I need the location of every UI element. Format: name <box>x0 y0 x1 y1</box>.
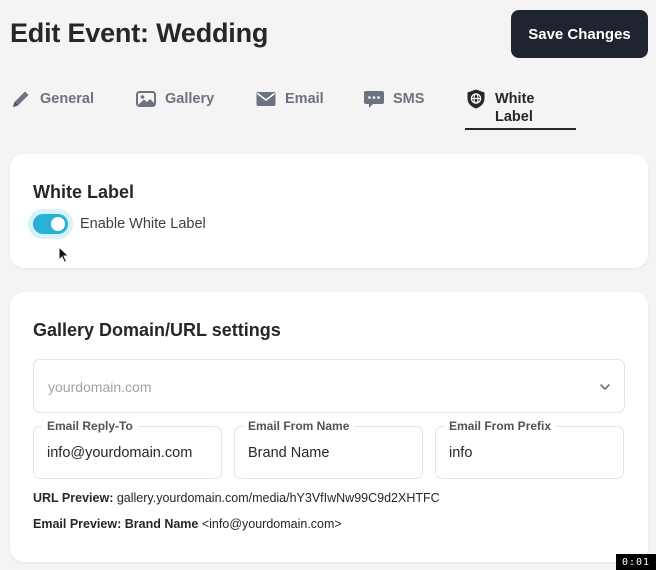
email-preview: Email Preview: Brand Name <info@yourdoma… <box>33 517 342 531</box>
tab-white-label-label: White Label <box>495 91 535 125</box>
tab-email-label: Email <box>285 91 324 107</box>
email-from-prefix-field[interactable]: Email From Prefix info <box>435 419 624 479</box>
domain-select[interactable]: yourdomain.com <box>33 359 625 413</box>
email-from-name-label: Email From Name <box>243 419 355 433</box>
url-preview-label: URL Preview: <box>33 491 114 505</box>
email-from-name-value: Brand Name <box>248 445 330 461</box>
email-from-prefix-label: Email From Prefix <box>444 419 557 433</box>
tab-email[interactable]: Email <box>255 90 324 130</box>
domain-select-placeholder: yourdomain.com <box>48 379 152 395</box>
image-icon <box>135 88 157 110</box>
gallery-domain-title: Gallery Domain/URL settings <box>33 320 281 340</box>
tab-white-label[interactable]: White Label <box>465 88 576 130</box>
toggle-knob <box>51 217 65 231</box>
pencil-icon <box>10 88 32 110</box>
chevron-down-icon <box>598 380 612 399</box>
white-label-title: White Label <box>33 182 135 202</box>
email-preview-label: Email Preview: <box>33 517 122 531</box>
gallery-domain-card: Gallery Domain/URL settings yourdomain.c… <box>10 292 648 562</box>
email-from-prefix-value: info <box>449 445 473 461</box>
envelope-icon <box>255 88 277 110</box>
page-title: Edit Event: Wedding <box>10 18 269 48</box>
tab-general[interactable]: General <box>10 90 94 130</box>
email-reply-to-value: info@yourdomain.com <box>47 445 193 461</box>
enable-white-label-toggle[interactable] <box>33 214 68 234</box>
globe-shield-icon <box>465 88 487 110</box>
mouse-cursor-icon <box>58 245 70 269</box>
tab-gallery-label: Gallery <box>165 91 215 107</box>
email-preview-address: <info@yourdomain.com> <box>201 517 342 531</box>
enable-white-label-row: Enable White Label <box>33 214 206 234</box>
white-label-card: White Label Enable White Label <box>10 154 648 268</box>
chat-bubble-icon <box>363 88 385 110</box>
url-preview: URL Preview: gallery.yourdomain.com/medi… <box>33 491 440 505</box>
recording-timer: 0:01 <box>616 554 656 570</box>
email-reply-to-label: Email Reply-To <box>42 419 138 433</box>
save-changes-button[interactable]: Save Changes <box>511 10 648 58</box>
url-preview-value: gallery.yourdomain.com/media/hY3VfIwNw99… <box>116 491 440 505</box>
tab-sms[interactable]: SMS <box>363 90 424 130</box>
tab-gallery[interactable]: Gallery <box>135 90 214 130</box>
email-from-name-field[interactable]: Email From Name Brand Name <box>234 419 423 479</box>
email-reply-to-field[interactable]: Email Reply-To info@yourdomain.com <box>33 419 222 479</box>
tab-bar: General Gallery Email SMS White Label <box>10 88 650 132</box>
enable-white-label-label: Enable White Label <box>80 216 206 232</box>
tab-sms-label: SMS <box>393 91 425 107</box>
email-preview-name: Brand Name <box>124 517 199 531</box>
page-header: Edit Event: Wedding Save Changes <box>10 10 648 58</box>
tab-general-label: General <box>40 91 94 107</box>
